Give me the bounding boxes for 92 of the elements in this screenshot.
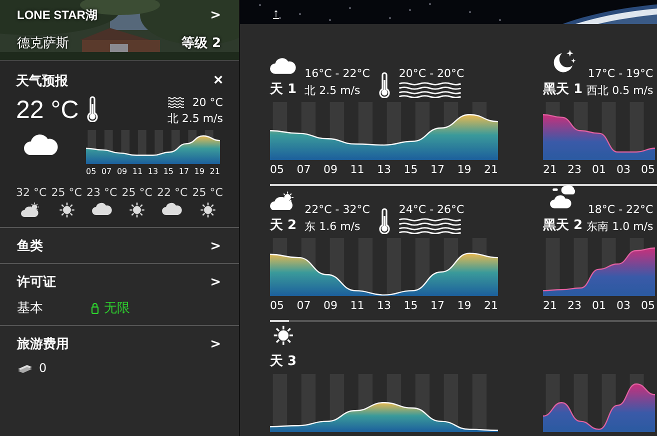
hour-label: 05 (270, 163, 284, 176)
hour-label: 05 (86, 167, 96, 176)
section-title: 鱼类 (17, 238, 43, 255)
day-label: 黑天 2 (543, 217, 583, 234)
wind-reading: 东 1.6 m/s (304, 219, 362, 234)
hour-label: 23 (568, 163, 582, 176)
section-title: 许可证 (17, 274, 56, 291)
water-waves-icon (168, 97, 184, 108)
open-chevron[interactable]: > (210, 274, 221, 290)
banknotes-icon (17, 363, 33, 373)
hour-label: 13 (377, 163, 391, 176)
thermometer-icon (378, 208, 391, 234)
sun-icon (58, 202, 75, 218)
hour-label: 17 (178, 167, 189, 176)
hour-label: 21 (210, 167, 220, 176)
cloud-icon (24, 133, 58, 156)
hour-label: 19 (194, 167, 204, 176)
hour-label: 07 (101, 167, 112, 176)
open-chevron[interactable]: > (210, 238, 221, 254)
wind-reading: 西北 0.5 m/s (586, 83, 654, 98)
day-label: 天 3 (270, 353, 297, 370)
hour-label: 15 (163, 167, 174, 176)
license-duration: 无限 (104, 300, 130, 317)
forecast-title: 天气预报 (16, 73, 68, 90)
wind-reading: 北 2.5 m/s (167, 111, 223, 126)
air-temperature-range: 22°C - 32°C (304, 203, 370, 216)
forecast-temperature: 25 °C (122, 186, 152, 199)
hour-label: 13 (377, 299, 391, 312)
day-label: 天 1 (270, 81, 297, 98)
hour-label: 19 (457, 299, 472, 312)
thermometer-icon (86, 96, 99, 122)
hour-label: 07 (296, 299, 311, 312)
day-label: 天 2 (270, 217, 297, 234)
hour-label: 05 (641, 163, 655, 176)
wind-reading: 东南 1.0 m/s (586, 219, 654, 234)
hour-label: 13 (148, 167, 158, 176)
sun-icon (200, 202, 216, 218)
sun-icon (129, 202, 146, 218)
close-button[interactable]: × (214, 73, 223, 89)
lock-icon (91, 302, 99, 314)
hour-label: 21 (543, 299, 557, 312)
hour-label: 11 (350, 299, 364, 312)
hour-label: 09 (324, 163, 338, 176)
forecast-temperature: 32 °C (16, 186, 47, 199)
cloud-icon (270, 57, 296, 74)
water-waves-icon (398, 218, 461, 234)
hour-label: 17 (430, 299, 444, 312)
water-temperature: 20 °C (192, 96, 223, 109)
hour-label: 11 (350, 163, 364, 176)
forecast-temperature: 25 °C (192, 186, 223, 199)
hour-label: 15 (404, 299, 418, 312)
section-title: 旅游费用 (17, 336, 69, 353)
air-temperature-range: 17°C - 19°C (588, 67, 654, 80)
cloud-sun-icon (270, 190, 296, 210)
hour-label: 09 (116, 167, 128, 176)
hour-label: 21 (484, 299, 498, 312)
air-temperature-range: 16°C - 22°C (304, 67, 370, 80)
thermometer-icon (378, 72, 391, 98)
hour-label: 15 (404, 163, 418, 176)
water-temperature-range: 24°C - 26°C (398, 203, 464, 216)
hour-label: 21 (484, 163, 498, 176)
sun-icon (272, 325, 294, 346)
open-chevron[interactable]: > (210, 336, 221, 352)
clouds-icon (550, 184, 576, 210)
hour-label: 05 (641, 299, 655, 312)
air-temperature-range: 18°C - 22°C (588, 203, 654, 216)
cloud-icon (162, 202, 182, 215)
hour-label: 09 (324, 299, 338, 312)
forecast-temperature: 25 °C (51, 186, 82, 199)
hour-label: 03 (616, 163, 630, 176)
forecast-temperature: 23 °C (86, 186, 118, 199)
current-temperature: 22 °C (16, 96, 79, 125)
hour-label: 19 (457, 163, 472, 176)
hour-label: 11 (132, 167, 143, 176)
hour-label: 05 (270, 299, 284, 312)
hour-label: 03 (616, 299, 630, 312)
cloud-icon (92, 202, 112, 215)
wind-reading: 北 2.5 m/s (304, 83, 362, 98)
water-waves-icon (398, 82, 461, 98)
hour-label: 07 (296, 163, 311, 176)
hour-label: 01 (592, 299, 606, 312)
forecast-temperature: 22 °C (157, 186, 188, 199)
hour-label: 17 (430, 163, 444, 176)
cloud-sun-icon (21, 202, 42, 217)
hour-label: 01 (592, 163, 606, 176)
water-temperature-range: 20°C - 20°C (398, 67, 464, 80)
license-type: 基本 (17, 300, 43, 317)
up-arrow-button[interactable]: ↑ (273, 6, 279, 20)
day-label: 黑天 1 (543, 81, 583, 98)
fee-amount: 0 (39, 361, 47, 375)
hour-label: 21 (543, 163, 557, 176)
hour-label: 23 (568, 299, 582, 312)
